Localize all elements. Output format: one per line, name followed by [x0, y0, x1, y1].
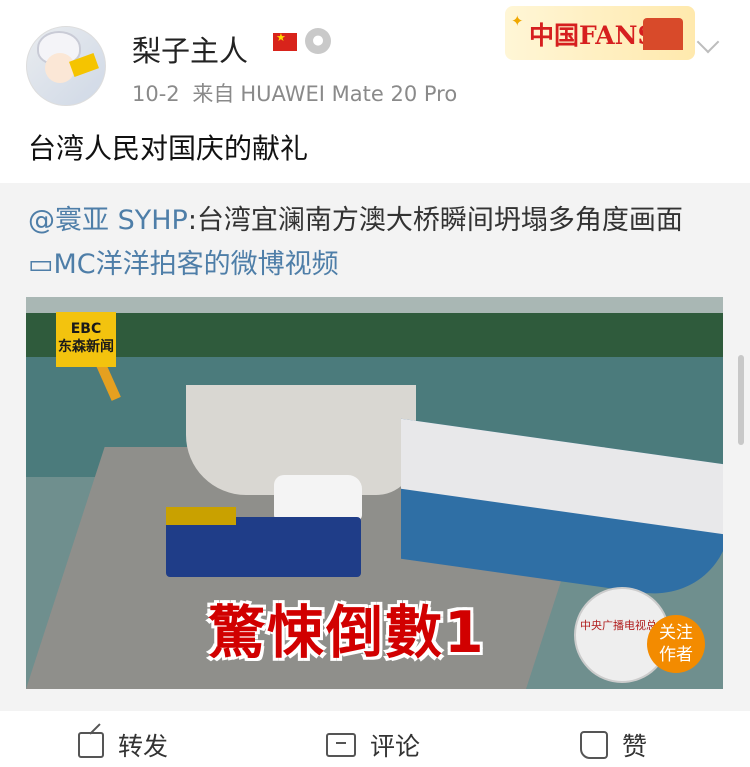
video-link-label: MC洋洋拍客的微博视频: [53, 249, 339, 280]
scrollbar[interactable]: [738, 355, 744, 445]
post-meta: 10-2 来自 HUAWEI Mate 20 Pro: [132, 78, 457, 108]
comment-icon: [326, 733, 356, 757]
thumbs-up-icon: [580, 731, 608, 759]
repost-body: :台湾宜澜南方澳大桥瞬间坍塌多角度画面: [187, 205, 683, 236]
medal-icon: ●: [305, 28, 331, 54]
repost-card[interactable]: @寰亚 SYHP:台湾宜澜南方澳大桥瞬间坍塌多角度画面 ▭MC洋洋拍客的微博视频…: [0, 183, 750, 711]
source-prefix: 来自: [192, 82, 235, 106]
post-header: 梨子主人 ● 10-2 来自HUAWEI Mate 20 Pro ✦ 中国FAN…: [0, 0, 750, 120]
share-label: 转发: [118, 732, 169, 761]
white-car: [274, 475, 362, 521]
overlay-caption: 驚悚倒數1: [208, 600, 486, 666]
like-label: 赞: [622, 732, 648, 761]
fans-badge-text: 中国FANS: [529, 21, 656, 50]
follow-author-button[interactable]: 关注 作者: [647, 615, 705, 673]
comment-label: 评论: [370, 732, 421, 761]
like-button[interactable]: 赞: [580, 727, 647, 763]
video-icon: ▭: [28, 249, 54, 280]
chevron-down-icon[interactable]: [696, 30, 720, 54]
username[interactable]: 梨子主人: [132, 28, 248, 70]
china-flag-icon: [273, 31, 297, 51]
post-date: 10-2: [132, 82, 180, 106]
china-fans-badge[interactable]: ✦ 中国FANS: [505, 6, 695, 60]
share-button[interactable]: 转发: [78, 727, 168, 763]
video-link[interactable]: ▭MC洋洋拍客的微博视频: [28, 249, 339, 280]
avatar[interactable]: [26, 26, 106, 106]
device-name: HUAWEI Mate 20 Pro: [240, 82, 458, 106]
repost-text: @寰亚 SYHP:台湾宜澜南方澳大桥瞬间坍塌多角度画面 ▭MC洋洋拍客的微博视频: [28, 199, 728, 287]
blue-truck: [166, 507, 361, 577]
channel-logo: EBC 东森新闻: [56, 312, 116, 367]
mention-link[interactable]: @寰亚 SYHP: [28, 205, 188, 236]
gate-icon: [643, 18, 683, 50]
comment-button[interactable]: 评论: [326, 727, 420, 763]
sparkle-icon: ✦: [511, 12, 524, 30]
share-icon: [78, 732, 104, 758]
video-thumbnail[interactable]: EBC 东森新闻 驚悚倒數1 中央广播电视总台 China Media Grou…: [26, 297, 723, 689]
action-bar: 转发 评论 赞: [0, 711, 750, 767]
post-text: 台湾人民对国庆的献礼: [28, 132, 309, 165]
